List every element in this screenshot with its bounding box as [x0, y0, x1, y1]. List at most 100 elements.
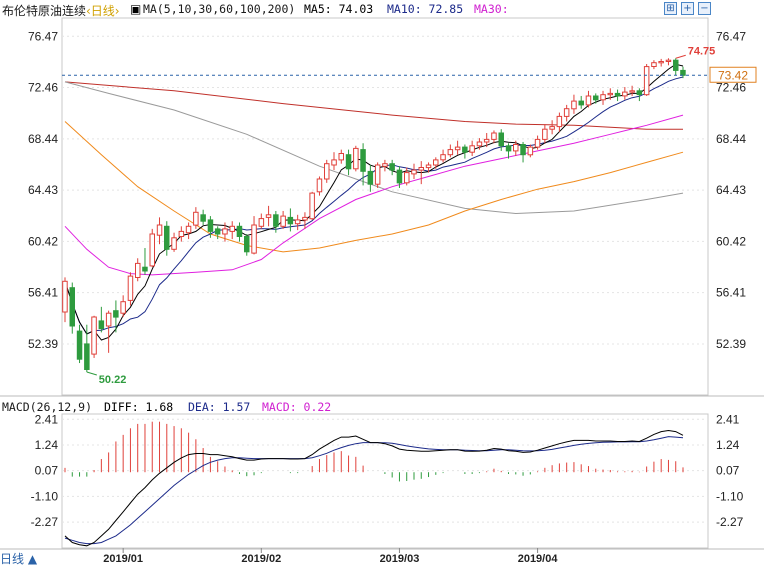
- diff-value: DIFF: 1.68: [104, 400, 174, 414]
- candle-down[interactable]: [614, 92, 621, 97]
- candle-up[interactable]: [534, 138, 541, 148]
- candle-up[interactable]: [222, 228, 228, 235]
- candle-up[interactable]: [309, 192, 315, 220]
- minus-icon[interactable]: −: [698, 2, 711, 15]
- candle-up[interactable]: [454, 146, 461, 151]
- candle-down[interactable]: [673, 59, 679, 71]
- candle-up[interactable]: [382, 163, 388, 167]
- candle-up[interactable]: [353, 147, 359, 170]
- candle-up[interactable]: [483, 138, 490, 143]
- candle-up[interactable]: [607, 92, 613, 96]
- candle-down[interactable]: [505, 145, 512, 152]
- candle-up[interactable]: [418, 167, 424, 171]
- macd-tick-right: -1.10: [716, 489, 744, 503]
- candle-up[interactable]: [651, 62, 657, 68]
- plus-icon[interactable]: +: [681, 2, 694, 15]
- candle-up[interactable]: [193, 211, 199, 226]
- candle-up[interactable]: [527, 146, 534, 156]
- candle-down[interactable]: [98, 320, 105, 330]
- candle-down[interactable]: [84, 343, 90, 370]
- ma-toggle-icon[interactable]: ▣: [130, 2, 141, 16]
- candle-down[interactable]: [680, 69, 686, 76]
- ma10-line: [64, 76, 684, 335]
- candle-up[interactable]: [411, 169, 417, 175]
- time-tick-label: 2019/03: [380, 553, 420, 565]
- candle-up[interactable]: [149, 233, 155, 267]
- candle-up[interactable]: [251, 224, 257, 254]
- candle-up[interactable]: [324, 163, 330, 180]
- candle-up[interactable]: [556, 115, 563, 128]
- candle-up[interactable]: [476, 141, 483, 147]
- price-and-macd-chart[interactable]: 76.47 76.4772.46 72.4668.44 68.4464.43 64.43…: [0, 0, 764, 569]
- candle-up[interactable]: [302, 216, 308, 221]
- candle-down[interactable]: [142, 266, 148, 272]
- candle-down[interactable]: [360, 149, 366, 172]
- candle-up[interactable]: [549, 126, 555, 130]
- candle-up[interactable]: [171, 237, 177, 250]
- candle-up[interactable]: [91, 316, 97, 355]
- candle-down[interactable]: [236, 225, 243, 238]
- candle-up[interactable]: [62, 280, 68, 313]
- candle-up[interactable]: [127, 275, 134, 301]
- candle-up[interactable]: [469, 145, 475, 153]
- candle-up[interactable]: [156, 224, 163, 236]
- candle-up[interactable]: [404, 172, 410, 184]
- candle-down[interactable]: [396, 169, 403, 184]
- candle-down[interactable]: [200, 214, 206, 222]
- candle-up[interactable]: [374, 164, 381, 185]
- candle-up[interactable]: [563, 108, 570, 117]
- candle-down[interactable]: [69, 287, 75, 327]
- candle-down[interactable]: [462, 146, 468, 153]
- candle-up[interactable]: [440, 154, 446, 161]
- candle-up[interactable]: [658, 61, 664, 64]
- candle-up[interactable]: [513, 144, 519, 152]
- candle-up[interactable]: [265, 214, 272, 218]
- candle-down[interactable]: [498, 132, 504, 147]
- candle-down[interactable]: [367, 170, 374, 185]
- candle-up[interactable]: [491, 132, 497, 140]
- candle-up[interactable]: [294, 219, 301, 225]
- candle-up[interactable]: [280, 215, 286, 227]
- candle-up[interactable]: [433, 159, 439, 166]
- period-label[interactable]: ‹日线›: [86, 2, 120, 19]
- candle-up[interactable]: [229, 225, 235, 232]
- candle-up[interactable]: [447, 149, 454, 156]
- candle-down[interactable]: [113, 310, 119, 318]
- candle-up[interactable]: [585, 95, 592, 106]
- candle-up[interactable]: [629, 90, 635, 93]
- candle-down[interactable]: [273, 214, 279, 227]
- candle-up[interactable]: [178, 230, 185, 237]
- candle-up[interactable]: [542, 128, 548, 140]
- candle-up[interactable]: [571, 100, 577, 110]
- candle-down[interactable]: [164, 225, 170, 250]
- price-panel-header: 布伦特原油连续 ‹日线› ▣ MA(5,10,30,60,100,200) MA…: [0, 0, 764, 18]
- candle-up[interactable]: [185, 225, 192, 234]
- candle-up[interactable]: [316, 178, 323, 193]
- macd-panel-frame: [61, 413, 709, 549]
- candle-up[interactable]: [120, 301, 126, 314]
- candle-down[interactable]: [287, 216, 294, 225]
- candle-up[interactable]: [622, 91, 628, 97]
- chart-toggle-icon[interactable]: ⊞: [664, 2, 677, 15]
- candle-down[interactable]: [389, 163, 395, 171]
- candle-down[interactable]: [578, 100, 584, 106]
- candle-down[interactable]: [207, 219, 214, 232]
- candle-down[interactable]: [345, 154, 352, 170]
- candle-up[interactable]: [665, 59, 672, 63]
- price-tick-right: 68.44: [716, 132, 746, 146]
- candle-up[interactable]: [338, 153, 344, 161]
- candle-down[interactable]: [636, 90, 643, 96]
- candle-up[interactable]: [425, 164, 432, 169]
- candle-up[interactable]: [105, 312, 112, 327]
- candle-down[interactable]: [520, 144, 526, 156]
- candle-up[interactable]: [600, 94, 606, 101]
- candle-up[interactable]: [331, 159, 337, 166]
- period-switch-button[interactable]: 日线 ▲: [0, 550, 52, 568]
- candle-down[interactable]: [593, 95, 599, 101]
- candle-down[interactable]: [244, 236, 250, 253]
- candle-up[interactable]: [135, 262, 141, 278]
- candle-down[interactable]: [76, 330, 83, 360]
- candle-down[interactable]: [214, 228, 221, 235]
- candle-up[interactable]: [643, 66, 650, 96]
- candle-up[interactable]: [258, 218, 265, 227]
